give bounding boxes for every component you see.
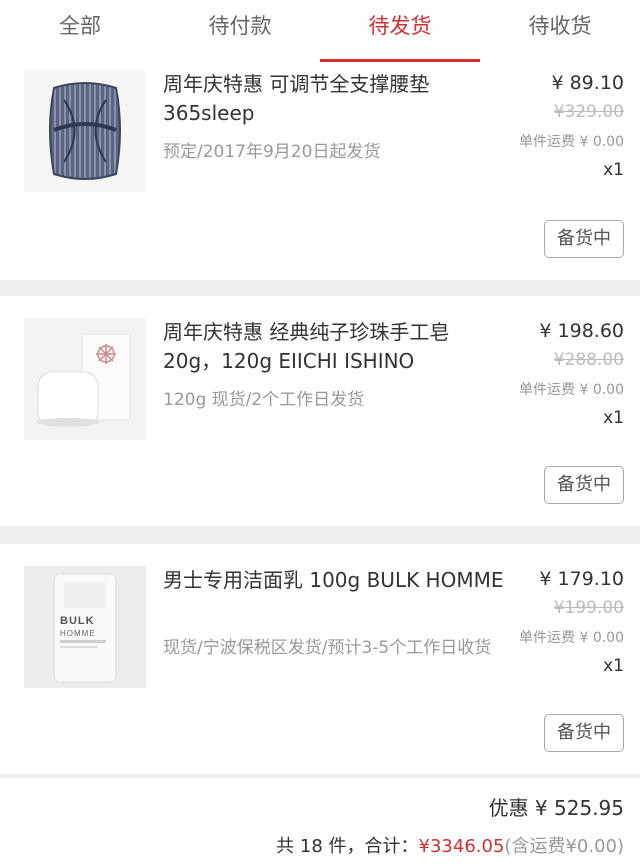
item-shipping-note: 预定/2017年9月20日起发货 <box>163 142 381 162</box>
preparing-stock-button[interactable]: 备货中 <box>544 220 624 258</box>
item-original-price: ¥329.00 <box>553 102 624 122</box>
item-quantity: x1 <box>603 408 624 428</box>
item-unit-shipping: 单件运费 ¥ 0.00 <box>519 630 624 646</box>
item-unit-shipping: 单件运费 ¥ 0.00 <box>519 134 624 150</box>
item-original-price: ¥288.00 <box>553 350 624 370</box>
total-shipping-note: (含运费¥0.00) <box>504 836 624 857</box>
order-item[interactable]: 周年庆特惠 可调节全支撑腰垫 365sleep 预定/2017年9月20日起发货… <box>0 62 640 280</box>
cushion-image <box>24 70 146 192</box>
order-total: 共 18 件，合计：¥3346.05(含运费¥0.00) <box>276 832 624 858</box>
order-item[interactable]: BULK HOMME 男士专用洁面乳 100g BULK HOMME 现货/宁波… <box>0 544 640 774</box>
total-prefix: 共 18 件，合计： <box>276 836 419 857</box>
item-title[interactable]: 男士专用洁面乳 100g BULK HOMME <box>163 566 508 595</box>
preparing-stock-button[interactable]: 备货中 <box>544 466 624 504</box>
item-title[interactable]: 周年庆特惠 经典纯子珍珠手工皂 20g，120g EIICHI ISHINO <box>163 318 508 376</box>
tab-all-label: 全部 <box>59 14 101 38</box>
item-price: ¥ 179.10 <box>539 568 624 590</box>
svg-text:HOMME: HOMME <box>60 629 96 638</box>
item-shipping-note: 120g 现货/2个工作日发货 <box>163 390 365 410</box>
tab-pending-receipt[interactable]: 待收货 <box>480 0 640 62</box>
item-price: ¥ 89.10 <box>551 72 624 94</box>
tab-all[interactable]: 全部 <box>0 0 160 62</box>
order-status-tabs: 全部 待付款 待发货 待收货 <box>0 0 640 62</box>
tab-pending-payment-label: 待付款 <box>208 14 272 38</box>
total-amount: ¥3346.05 <box>418 836 505 857</box>
discount-amount: 优惠 ¥ 525.95 <box>488 796 624 820</box>
item-original-price: ¥199.00 <box>553 598 624 618</box>
order-summary: 优惠 ¥ 525.95 共 18 件，合计：¥3346.05(含运费¥0.00) <box>0 778 640 864</box>
item-unit-shipping: 单件运费 ¥ 0.00 <box>519 382 624 398</box>
item-quantity: x1 <box>603 160 624 180</box>
cleanser-image: BULK HOMME <box>24 566 146 688</box>
tab-pending-receipt-label: 待收货 <box>528 14 592 38</box>
preparing-stock-button[interactable]: 备货中 <box>544 714 624 752</box>
tab-pending-shipment[interactable]: 待发货 <box>320 0 480 62</box>
svg-text:BULK: BULK <box>60 615 95 627</box>
order-item[interactable]: 周年庆特惠 经典纯子珍珠手工皂 20g，120g EIICHI ISHINO 1… <box>0 296 640 526</box>
item-title[interactable]: 周年庆特惠 可调节全支撑腰垫 365sleep <box>163 70 508 128</box>
tab-pending-payment[interactable]: 待付款 <box>160 0 320 62</box>
tab-pending-shipment-label: 待发货 <box>368 14 432 38</box>
item-quantity: x1 <box>603 656 624 676</box>
item-price: ¥ 198.60 <box>539 320 624 342</box>
soap-image <box>24 318 146 440</box>
item-shipping-note: 现货/宁波保税区发货/预计3-5个工作日收货 <box>163 638 492 658</box>
